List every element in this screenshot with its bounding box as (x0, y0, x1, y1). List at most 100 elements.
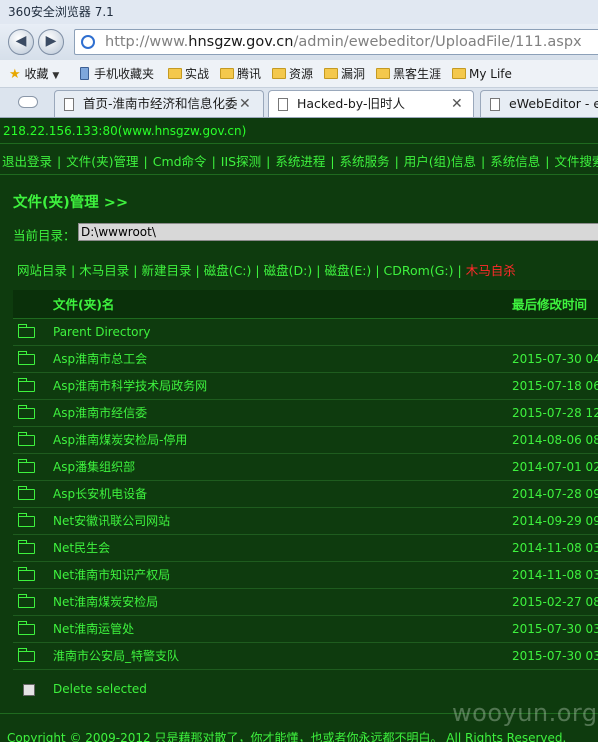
table-row[interactable]: Asp长安机电设备 2014-07-28 09: (13, 480, 598, 508)
table-row[interactable]: Net淮南煤炭安检局 2015-02-27 08: (13, 588, 598, 616)
divider (0, 174, 598, 175)
current-dir-label: 当前目录： (13, 228, 76, 243)
drive-links: 网站目录 | 木马目录 | 新建目录 | 磁盘(C:) | 磁盘(D:) | 磁盘(E:) | CDRo… (17, 263, 516, 278)
menu-file-manager[interactable]: 文件(夹)管理 (66, 154, 138, 169)
folder-icon (18, 593, 35, 608)
dir-link[interactable]: Parent Directory (53, 318, 512, 346)
link-drive-e[interactable]: 磁盘(E:) (324, 263, 371, 278)
table-row[interactable]: Asp潘集组织部 2014-07-01 02: (13, 453, 598, 481)
table-row[interactable]: Net淮南市知识产权局 2014-11-08 03: (13, 561, 598, 589)
mtime-cell (512, 318, 598, 346)
mtime-cell: 2014-07-01 02: (512, 453, 598, 481)
cloud-icon[interactable] (18, 96, 38, 108)
tab-economic-committee[interactable]: 首页-淮南市经济和信息化委 ✕ (54, 90, 264, 117)
favorites-item-resources[interactable]: 资源 (272, 66, 313, 82)
table-row[interactable]: Asp淮南煤炭安检局-停用 2014-08-06 08: (13, 426, 598, 454)
url-text[interactable]: http://www.hnsgzw.gov.cn/admin/ewebedito… (105, 32, 582, 52)
footer-copyright: Copyright © 2009-2012 只是藉那对散了，你才能懂，也或者你永… (7, 731, 567, 742)
mtime-cell: 2015-07-28 12: (512, 399, 598, 427)
favorites-item-mobile[interactable]: 手机收藏夹 (80, 66, 154, 82)
select-all-checkbox[interactable] (23, 683, 35, 696)
dir-link[interactable]: Net淮南市知识产权局 (53, 561, 512, 589)
table-row[interactable]: Net淮南运管处 2015-07-30 03: (13, 615, 598, 643)
favorites-item-mylife[interactable]: My Life (452, 66, 512, 82)
dir-link[interactable]: Asp淮南市总工会 (53, 345, 512, 373)
dir-link[interactable]: Asp潘集组织部 (53, 453, 512, 481)
favorites-item-vulns[interactable]: 漏洞 (324, 66, 365, 82)
menu-sysinfo[interactable]: 系统信息 (490, 154, 540, 169)
address-bar[interactable]: http://www.hnsgzw.gov.cn/admin/ewebedito… (74, 29, 598, 55)
dir-link[interactable]: Net民生会 (53, 534, 512, 562)
dir-link[interactable]: Asp淮南煤炭安检局-停用 (53, 426, 512, 454)
table-row[interactable]: Net安徽讯联公司网站 2014-09-29 09: (13, 507, 598, 535)
folder-icon (272, 68, 286, 79)
link-new-dir[interactable]: 新建目录 (141, 263, 191, 278)
favorites-item-hacker[interactable]: 黑客生涯 (376, 66, 441, 82)
window-title-bar: 360安全浏览器 7.1 (0, 0, 598, 24)
dir-link[interactable]: Net安徽讯联公司网站 (53, 507, 512, 535)
folder-icon (18, 350, 35, 365)
mtime-cell: 2014-11-08 03: (512, 534, 598, 562)
menu-logout[interactable]: 退出登录 (2, 154, 52, 169)
page-icon (278, 98, 288, 111)
folder-icon (18, 323, 35, 338)
menu-cmd[interactable]: Cmd命令 (153, 154, 207, 169)
folder-icon (18, 458, 35, 473)
mtime-cell: 2015-07-30 03: (512, 642, 598, 670)
folder-icon (18, 647, 35, 662)
mtime-cell: 2014-08-06 08: (512, 426, 598, 454)
server-address: 218.22.156.133:80(www.hnsgzw.gov.cn) (3, 124, 247, 138)
table-row[interactable]: Asp淮南市总工会 2015-07-30 04: (13, 345, 598, 373)
folder-icon (168, 68, 182, 79)
table-row[interactable]: Parent Directory (13, 318, 598, 346)
folder-icon (18, 566, 35, 581)
back-button[interactable]: ◀ (8, 29, 34, 55)
folder-icon (18, 404, 35, 419)
folder-icon (18, 485, 35, 500)
link-cdrom-g[interactable]: CDRom(G:) (384, 263, 454, 278)
dir-link[interactable]: Asp淮南市科学技术局政务网 (53, 372, 512, 400)
link-drive-d[interactable]: 磁盘(D:) (264, 263, 313, 278)
mtime-cell: 2014-07-28 09: (512, 480, 598, 508)
page-icon (490, 98, 500, 111)
table-row[interactable]: Asp淮南市经信委 2015-07-28 12: (13, 399, 598, 427)
phone-icon (80, 67, 89, 80)
favorites-item-tencent[interactable]: 腾讯 (220, 66, 261, 82)
dir-link[interactable]: Net淮南煤炭安检局 (53, 588, 512, 616)
table-row[interactable]: Net民生会 2014-11-08 03: (13, 534, 598, 562)
favorites-menu[interactable]: ★ 收藏 ▼ (9, 66, 59, 84)
table-row[interactable]: 淮南市公安局_特警支队 2015-07-30 03: (13, 642, 598, 670)
mtime-cell: 2015-07-30 03: (512, 615, 598, 643)
link-trojan-dir[interactable]: 木马目录 (79, 263, 129, 278)
menu-iis-probe[interactable]: IIS探测 (221, 154, 261, 169)
mtime-cell: 2014-11-08 03: (512, 561, 598, 589)
menu-file-search[interactable]: 文件搜索 (555, 154, 598, 169)
dir-link[interactable]: Asp淮南市经信委 (53, 399, 512, 427)
folder-icon (18, 620, 35, 635)
mtime-cell: 2015-07-18 06: (512, 372, 598, 400)
table-header: 文件(夹)名 最后修改时间 (13, 290, 598, 319)
menu-services[interactable]: 系统服务 (340, 154, 390, 169)
dir-link[interactable]: Asp长安机电设备 (53, 480, 512, 508)
dir-link[interactable]: Net淮南运管处 (53, 615, 512, 643)
delete-selected-link[interactable]: Delete selected (53, 669, 512, 709)
link-drive-c[interactable]: 磁盘(C:) (204, 263, 252, 278)
menu-users[interactable]: 用户(组)信息 (404, 154, 476, 169)
menu-processes[interactable]: 系统进程 (275, 154, 325, 169)
link-site-dir[interactable]: 网站目录 (17, 263, 67, 278)
favorites-item-shizhan[interactable]: 实战 (168, 66, 209, 82)
dir-link[interactable]: 淮南市公安局_特警支队 (53, 642, 512, 670)
tab-ewebeditor[interactable]: eWebEditor - e (480, 90, 598, 117)
close-icon[interactable]: ✕ (451, 91, 463, 117)
forward-button[interactable]: ▶ (38, 29, 64, 55)
star-icon: ★ (9, 67, 21, 82)
tab-hacked-by[interactable]: Hacked-by-旧时人 ✕ (268, 90, 474, 117)
table-row[interactable]: Asp淮南市科学技术局政务网 2015-07-18 06: (13, 372, 598, 400)
folder-icon (18, 539, 35, 554)
mtime-cell: 2015-02-27 08: (512, 588, 598, 616)
current-dir-input[interactable] (78, 223, 598, 241)
main-menu: 退出登录 | 文件(夹)管理 | Cmd命令 | IIS探测 | 系统进程 | 系统服务 | 用户(组)… (2, 151, 598, 170)
close-icon[interactable]: ✕ (239, 91, 251, 117)
link-self-destruct[interactable]: 木马自杀 (466, 263, 516, 278)
folder-icon (452, 68, 466, 79)
